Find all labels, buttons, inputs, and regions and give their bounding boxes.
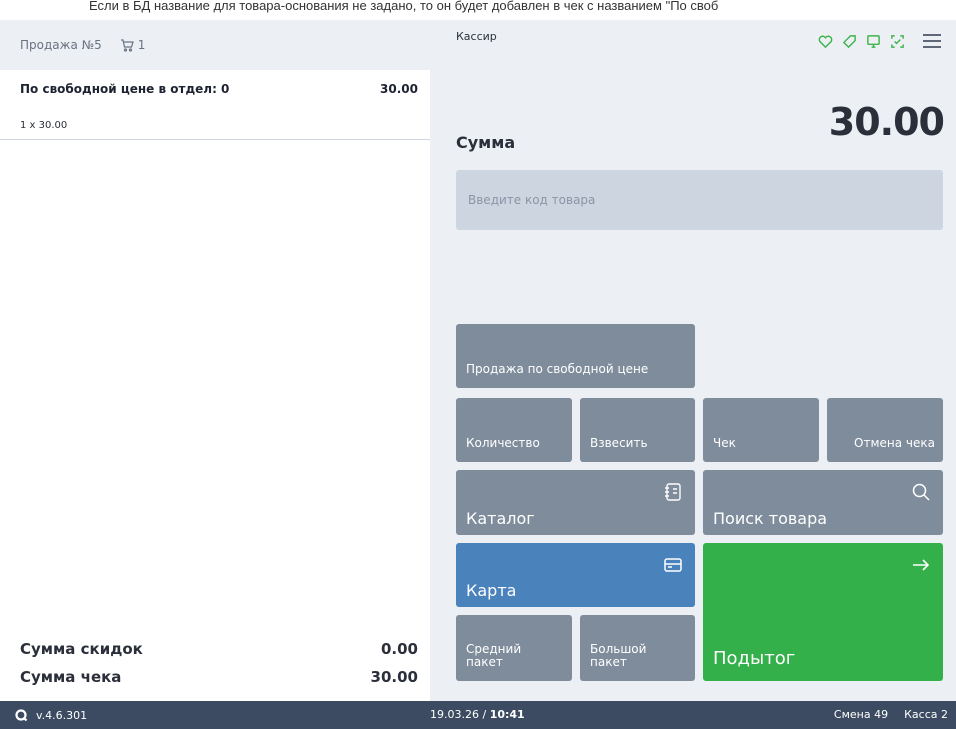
product-code-input[interactable] [456, 170, 943, 230]
catalog-icon [665, 483, 681, 501]
cancel-receipt-button[interactable]: Отмена чека [827, 398, 943, 462]
sum-label: Сумма [456, 133, 516, 152]
cart-counter: 1 [120, 38, 146, 52]
receipt-total-value: 30.00 [370, 668, 418, 686]
register-number: Касса 2 [904, 708, 948, 721]
cashier-panel: Кассир Сумма 30.00 Продажа по свободной … [430, 20, 956, 701]
cancel-receipt-label: Отмена чека [854, 436, 935, 450]
status-bar: v.4.6.301 19.03.26 / 10:41 Смена 49 Касс… [0, 701, 956, 729]
status-time: 10:41 [489, 708, 525, 721]
quantity-label: Количество [466, 436, 540, 450]
receipt-button[interactable]: Чек [703, 398, 819, 462]
card-button[interactable]: Карта [456, 543, 695, 607]
card-label: Карта [466, 581, 517, 600]
menu-icon[interactable] [920, 32, 944, 50]
subtotal-label: Подытог [713, 648, 796, 669]
receipt-total-row: Сумма чека 30.00 [20, 663, 418, 691]
receipt-header: Продажа №5 1 [0, 20, 430, 70]
product-search-button[interactable]: Поиск товара [703, 470, 943, 535]
tag-icon[interactable] [840, 32, 858, 50]
card-icon [664, 558, 682, 572]
large-bag-label: Большой пакет [590, 642, 647, 669]
monitor-icon[interactable] [864, 32, 882, 50]
arrow-right-icon [913, 559, 930, 571]
scan-icon[interactable] [888, 32, 906, 50]
large-bag-button[interactable]: Большой пакет [580, 615, 695, 681]
status-date: 19.03.26 / [430, 708, 490, 721]
subtotal-button[interactable]: Подытог [703, 543, 943, 681]
receipt-panel: Продажа №5 1 По свободной цене в отдел: … [0, 20, 430, 701]
weigh-label: Взвесить [590, 436, 648, 450]
discount-total-label: Сумма скидок [20, 640, 143, 658]
search-icon [912, 483, 930, 501]
sum-value: 30.00 [828, 100, 945, 144]
free-price-sale-label: Продажа по свободной цене [466, 362, 649, 376]
catalog-label: Каталог [466, 509, 535, 528]
header-icons [816, 32, 944, 50]
quantity-button[interactable]: Количество [456, 398, 572, 462]
app-logo-icon [15, 709, 28, 722]
medium-bag-label: Средний пакет [466, 642, 522, 669]
item-qty-line: 1 x 30.00 [20, 120, 68, 131]
discount-total-value: 0.00 [380, 640, 418, 658]
receipt-total-label: Сумма чека [20, 668, 122, 686]
item-name: По свободной цене в отдел: 0 [20, 82, 230, 96]
info-banner: Если в БД название для товара-основания … [89, 0, 719, 13]
app-version: v.4.6.301 [36, 708, 88, 722]
weigh-button[interactable]: Взвесить [580, 398, 695, 462]
version-info: v.4.6.301 [14, 708, 87, 722]
receipt-totals: Сумма скидок 0.00 Сумма чека 30.00 [20, 635, 418, 691]
receipt-line-item[interactable]: По свободной цене в отдел: 0 30.00 1 x 3… [0, 70, 430, 140]
receipt-title: Продажа №5 [20, 38, 102, 52]
product-search-label: Поиск товара [713, 509, 828, 528]
shift-info: Смена 49 Касса 2 [834, 708, 948, 721]
discount-total-row: Сумма скидок 0.00 [20, 635, 418, 663]
free-price-sale-button[interactable]: Продажа по свободной цене [456, 324, 695, 388]
cart-icon [120, 39, 134, 52]
shift-number: Смена 49 [833, 708, 889, 721]
cashier-name: Кассир [456, 30, 497, 43]
cart-count: 1 [137, 38, 146, 52]
datetime: 19.03.26 / 10:41 [430, 708, 525, 721]
medium-bag-button[interactable]: Средний пакет [456, 615, 572, 681]
heart-icon[interactable] [816, 32, 834, 50]
receipt-label: Чек [713, 436, 736, 450]
catalog-button[interactable]: Каталог [456, 470, 695, 535]
item-price: 30.00 [380, 82, 418, 96]
